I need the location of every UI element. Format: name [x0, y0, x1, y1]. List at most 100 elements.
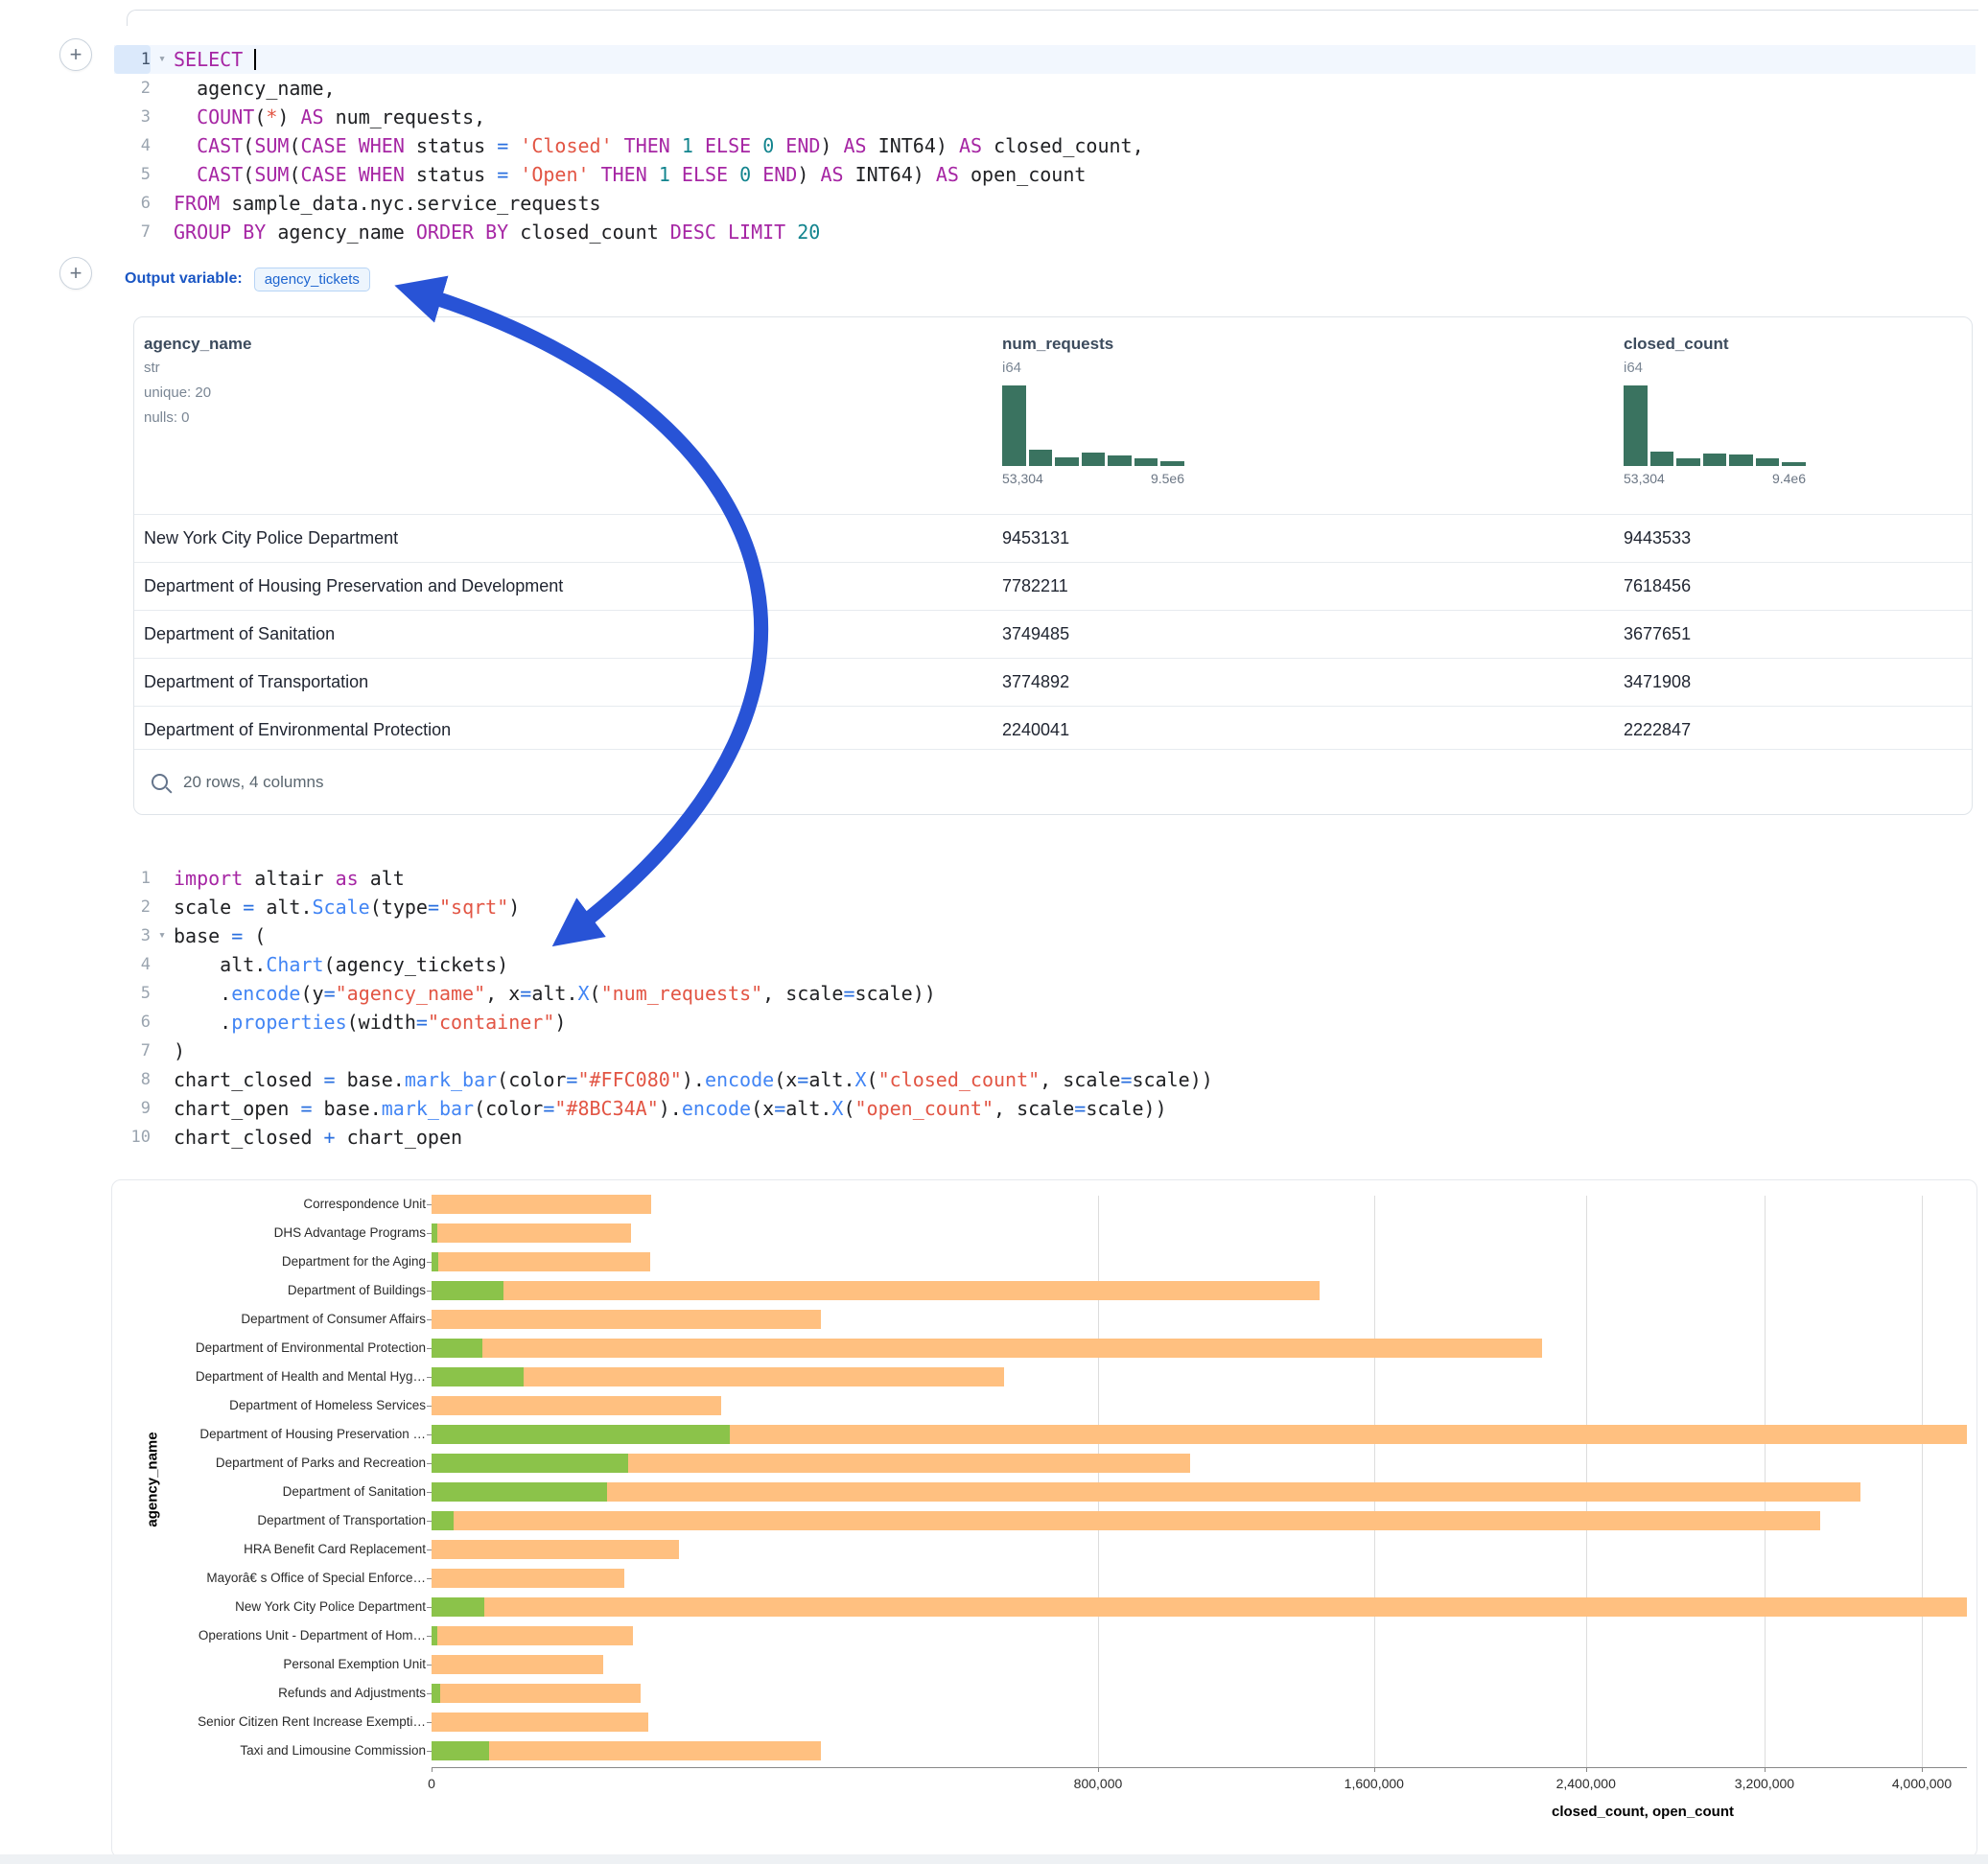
- code-line[interactable]: 9chart_open = base.mark_bar(color="#8BC3…: [114, 1094, 1976, 1123]
- fold-spacer: [151, 864, 174, 893]
- code-line[interactable]: 1import altair as alt: [114, 864, 1976, 893]
- histogram-bar: [1029, 450, 1053, 466]
- bar-open: [432, 1339, 482, 1358]
- histogram-range: 53,304 9.4e6: [1624, 471, 1806, 486]
- bar-closed: [432, 1195, 651, 1214]
- python-code-cell[interactable]: 1import altair as alt2scale = alt.Scale(…: [114, 864, 1976, 1152]
- y-axis-tick: [427, 1434, 432, 1435]
- code-line-text[interactable]: chart_closed + chart_open: [174, 1123, 462, 1152]
- code-line-text[interactable]: alt.Chart(agency_tickets): [174, 950, 508, 979]
- code-line[interactable]: 7): [114, 1037, 1976, 1065]
- histogram-bar: [1782, 462, 1806, 466]
- cell-top-border: [127, 10, 1978, 26]
- code-line-text[interactable]: GROUP BY agency_name ORDER BY closed_cou…: [174, 218, 820, 246]
- bar-closed: [432, 1655, 603, 1674]
- code-line-text[interactable]: base = (: [174, 921, 266, 950]
- code-line[interactable]: 6 FROM sample_data.nyc.service_requests: [114, 189, 1976, 218]
- code-line[interactable]: 2 agency_name,: [114, 74, 1976, 103]
- x-axis-tick: [432, 1767, 433, 1772]
- code-line-text[interactable]: agency_name,: [174, 74, 336, 103]
- column-histogram: [1002, 385, 1184, 466]
- code-line-text[interactable]: chart_open = base.mark_bar(color="#8BC34…: [174, 1094, 1167, 1123]
- y-axis-label: Department of Transportation: [257, 1506, 426, 1535]
- fold-chevron-icon[interactable]: ▾: [151, 921, 174, 950]
- line-number: 6: [114, 189, 151, 218]
- code-line[interactable]: 1▾SELECT: [114, 45, 1976, 74]
- code-line-text[interactable]: COUNT(*) AS num_requests,: [174, 103, 485, 131]
- code-line[interactable]: 7GROUP BY agency_name ORDER BY closed_co…: [114, 218, 1976, 246]
- bar-open: [432, 1597, 484, 1617]
- fold-spacer: [151, 74, 174, 103]
- y-axis-label: Operations Unit - Department of Hom…: [199, 1621, 426, 1650]
- line-number: 6: [114, 1008, 151, 1037]
- histogram-min: 53,304: [1624, 471, 1665, 486]
- y-axis-tick: [427, 1348, 432, 1349]
- bar-open: [432, 1425, 730, 1444]
- output-variable-row: Output variable: agency_tickets: [125, 265, 370, 293]
- sql-code-cell[interactable]: 1▾SELECT 2 agency_name,3 COUNT(*) AS num…: [114, 45, 1976, 246]
- code-line-text[interactable]: import altair as alt: [174, 864, 405, 893]
- add-cell-button-top[interactable]: +: [59, 38, 92, 71]
- y-axis-tick: [427, 1463, 432, 1464]
- code-line[interactable]: 3 COUNT(*) AS num_requests,: [114, 103, 1976, 131]
- code-line[interactable]: 2scale = alt.Scale(type="sqrt"): [114, 893, 1976, 921]
- fold-spacer: [151, 131, 174, 160]
- bar-open: [432, 1626, 437, 1645]
- fold-spacer: [151, 1008, 174, 1037]
- output-variable-chip[interactable]: agency_tickets: [254, 268, 370, 291]
- code-line-text[interactable]: CAST(SUM(CASE WHEN status = 'Open' THEN …: [174, 160, 1086, 189]
- output-variable-label: Output variable:: [125, 270, 243, 288]
- y-axis-label: Department of Parks and Recreation: [216, 1449, 426, 1478]
- fold-spacer: [151, 103, 174, 131]
- add-cell-button-middle[interactable]: +: [59, 257, 92, 290]
- y-axis-label: DHS Advantage Programs: [274, 1219, 426, 1247]
- column-header-num_requests[interactable]: num_requestsi6453,3049.5e6: [1002, 317, 1184, 486]
- code-line-text[interactable]: ): [174, 1037, 185, 1065]
- y-axis-tick: [427, 1722, 432, 1723]
- bar-closed: [432, 1569, 624, 1588]
- x-axis-tick-label: 0: [428, 1776, 435, 1791]
- bar-closed: [432, 1597, 1967, 1617]
- code-line-text[interactable]: FROM sample_data.nyc.service_requests: [174, 189, 601, 218]
- code-line-text[interactable]: chart_closed = base.mark_bar(color="#FFC…: [174, 1065, 1213, 1094]
- y-axis-tick: [427, 1549, 432, 1550]
- code-line[interactable]: 4 alt.Chart(agency_tickets): [114, 950, 1976, 979]
- code-line[interactable]: 3▾base = (: [114, 921, 1976, 950]
- code-line[interactable]: 8chart_closed = base.mark_bar(color="#FF…: [114, 1065, 1976, 1094]
- code-line[interactable]: 6 .properties(width="container"): [114, 1008, 1976, 1037]
- table-row: New York City Police Department945313194…: [134, 514, 1972, 562]
- code-line-text[interactable]: CAST(SUM(CASE WHEN status = 'Closed' THE…: [174, 131, 1144, 160]
- code-line-text[interactable]: scale = alt.Scale(type="sqrt"): [174, 893, 520, 921]
- bar-closed: [432, 1339, 1542, 1358]
- code-line[interactable]: 5 .encode(y="agency_name", x=alt.X("num_…: [114, 979, 1976, 1008]
- table-row-count: 20 rows, 4 columns: [183, 773, 323, 792]
- histogram-max: 9.4e6: [1772, 471, 1806, 486]
- y-axis-tick: [427, 1607, 432, 1608]
- fold-spacer: [151, 1065, 174, 1094]
- table-cell: Department of Transportation: [144, 659, 368, 706]
- y-axis-label: HRA Benefit Card Replacement: [244, 1535, 426, 1564]
- y-axis-label: Department of Homeless Services: [229, 1391, 426, 1420]
- line-number: 1: [114, 45, 151, 74]
- search-icon[interactable]: [152, 774, 168, 790]
- table-cell: 3677651: [1624, 611, 1691, 658]
- histogram-min: 53,304: [1002, 471, 1043, 486]
- table-footer: 20 rows, 4 columns: [134, 749, 1972, 814]
- bar-closed: [432, 1281, 1320, 1300]
- code-line[interactable]: 4 CAST(SUM(CASE WHEN status = 'Closed' T…: [114, 131, 1976, 160]
- y-axis-tick: [427, 1291, 432, 1292]
- code-line[interactable]: 10chart_closed + chart_open: [114, 1123, 1976, 1152]
- column-header-closed_count[interactable]: closed_counti6453,3049.4e6: [1624, 317, 1806, 486]
- code-line-text[interactable]: .properties(width="container"): [174, 1008, 566, 1037]
- code-line[interactable]: 5 CAST(SUM(CASE WHEN status = 'Open' THE…: [114, 160, 1976, 189]
- fold-chevron-icon[interactable]: ▾: [151, 45, 174, 74]
- code-line-text[interactable]: SELECT: [174, 45, 256, 74]
- fold-spacer: [151, 950, 174, 979]
- code-line-text[interactable]: .encode(y="agency_name", x=alt.X("num_re…: [174, 979, 936, 1008]
- column-header-agency_name[interactable]: agency_namestrunique: 20nulls: 0: [144, 317, 251, 426]
- gridline: [1765, 1196, 1766, 1767]
- x-axis-tick: [1374, 1767, 1375, 1772]
- gridline: [1374, 1196, 1375, 1767]
- table-cell: 3774892: [1002, 659, 1069, 706]
- bar-open: [432, 1482, 607, 1502]
